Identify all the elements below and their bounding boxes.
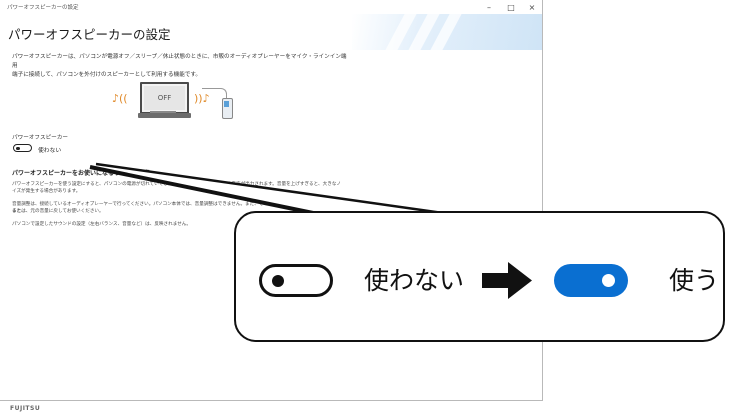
toggle-knob — [16, 146, 20, 150]
audio-player-icon — [222, 98, 233, 119]
page-title: パワーオフスピーカーの設定 — [8, 27, 171, 42]
close-button[interactable]: × — [524, 2, 540, 14]
off-label: 使わない — [364, 266, 465, 295]
speaker-setting-label: パワーオフスピーカー — [12, 135, 68, 141]
toggle-callout: 使わない 使う — [234, 211, 725, 342]
minimize-button[interactable]: – — [481, 2, 497, 14]
on-label: 使う — [669, 266, 720, 295]
toggle-knob — [602, 274, 615, 287]
caution-note: パワーオフスピーカーを使う設定にすると、パソコンの電源が切れていても、オーディオ… — [12, 182, 342, 194]
window-title: パワーオフスピーカーの設定 — [7, 5, 79, 11]
monitor-screen-text: OFF — [144, 86, 185, 110]
fujitsu-logo: FUJITSU — [10, 405, 41, 412]
power-off-speaker-toggle[interactable] — [13, 144, 32, 152]
player-screen — [224, 101, 229, 107]
toggle-on-example — [554, 264, 628, 297]
description: パワーオフスピーカーは、パソコンが電源オフ／スリープ／休止状態のときに、市販のオ… — [12, 53, 352, 80]
toggle-state-label: 使わない — [38, 148, 62, 154]
toggle-off-example — [259, 264, 333, 297]
maximize-button[interactable]: □ — [503, 2, 519, 14]
description-line: パワーオフスピーカーは、パソコンが電源オフ／スリープ／休止状態のときに、市販のオ… — [12, 54, 347, 69]
speaker-wave-icon: ♪(( — [112, 92, 128, 105]
toggle-knob — [272, 275, 284, 287]
caution-heading: パワーオフスピーカーをお使いになるうえでの注意 — [12, 170, 150, 177]
monitor-icon: OFF — [140, 82, 189, 114]
speaker-illustration: ♪(( OFF ))♪ — [112, 80, 242, 124]
keyboard-base — [138, 113, 191, 118]
description-line: 端子に接続して、パソコンを外付けのスピーカーとして利用する機能です。 — [12, 72, 202, 78]
arrow-right-icon — [482, 262, 532, 299]
